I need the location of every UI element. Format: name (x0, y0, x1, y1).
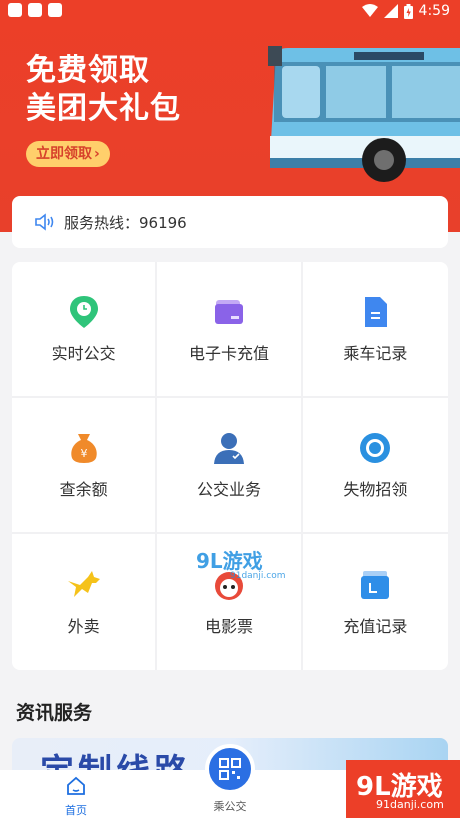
grid-item-realtime-bus[interactable]: 实时公交 (12, 262, 158, 398)
grid-item-takeout[interactable]: 外卖 (12, 534, 158, 670)
notification-icon (48, 3, 62, 17)
grid-item-card-recharge[interactable]: 电子卡充值 (157, 262, 303, 398)
nav-home[interactable]: 首页 (58, 776, 94, 818)
grid-item-ride-records[interactable]: 乘车记录 (302, 262, 448, 398)
kangaroo-icon (67, 571, 100, 597)
service-hotline[interactable]: 服务热线：96196 (12, 196, 448, 248)
grid-item-label: 外卖 (67, 617, 100, 636)
corner-watermark: 9L游戏 91danji.com (346, 760, 460, 818)
news-section-title: 资讯服务 (16, 702, 93, 724)
qr-code-icon (219, 758, 241, 780)
status-bar: 4:59 (0, 0, 460, 26)
money-bag-icon: ¥ (70, 434, 97, 463)
ride-button[interactable] (205, 744, 255, 794)
grid-item-label: 失物招领 (343, 480, 408, 499)
claim-now-label: 立即领取 (36, 146, 92, 162)
promo-title: 免费领取 美团大礼包 (26, 52, 181, 128)
person-icon (213, 433, 244, 464)
grid-item-label: 乘车记录 (343, 344, 408, 363)
grid-item-check-balance[interactable]: ¥ 查余额 (12, 398, 158, 534)
notification-icon (28, 3, 42, 17)
recharge-record-icon (361, 571, 390, 599)
service-grid: 实时公交 电子卡充值 乘车记录 ¥ 查余额 公交业务 失物招领 外卖 电影票 充… (12, 262, 448, 670)
chevron-right-icon: › (94, 146, 100, 162)
promo-title-line1: 免费领取 (26, 53, 150, 88)
ticket-icon (214, 572, 243, 600)
grid-item-label: 充值记录 (343, 617, 408, 636)
battery-icon (403, 3, 413, 19)
signal-icon (383, 4, 398, 18)
speaker-icon (35, 213, 54, 231)
wifi-icon (361, 4, 378, 17)
grid-item-label: 查余额 (59, 480, 108, 499)
card-icon (214, 300, 243, 324)
nav-home-label: 首页 (65, 804, 87, 817)
grid-item-label: 电影票 (204, 617, 253, 636)
nav-ride-label: 乘公交 (213, 800, 247, 813)
promo-title-line2: 美团大礼包 (26, 91, 181, 126)
location-pin-icon (69, 296, 98, 328)
grid-item-bus-business[interactable]: 公交业务 (157, 398, 303, 534)
status-time: 4:59 (418, 3, 450, 19)
claim-now-button[interactable]: 立即领取 › (26, 141, 110, 167)
bus-illustration (268, 46, 460, 182)
grid-item-movie-tickets[interactable]: 电影票 (157, 534, 303, 670)
notification-icon (8, 3, 22, 17)
watermark-url: 91danji.com (376, 798, 444, 811)
svg-text:¥: ¥ (80, 447, 87, 460)
home-icon (67, 776, 85, 795)
grid-item-lost-found[interactable]: 失物招领 (302, 398, 448, 534)
hotline-text: 服务热线：96196 (64, 213, 187, 232)
grid-item-label: 电子卡充值 (188, 344, 269, 363)
grid-item-recharge-records[interactable]: 充值记录 (303, 534, 448, 670)
document-icon (365, 297, 388, 327)
grid-item-label: 实时公交 (51, 344, 116, 363)
eye-icon (360, 433, 391, 463)
grid-item-label: 公交业务 (196, 480, 261, 499)
nav-ride-bus[interactable]: 乘公交 (203, 744, 257, 814)
